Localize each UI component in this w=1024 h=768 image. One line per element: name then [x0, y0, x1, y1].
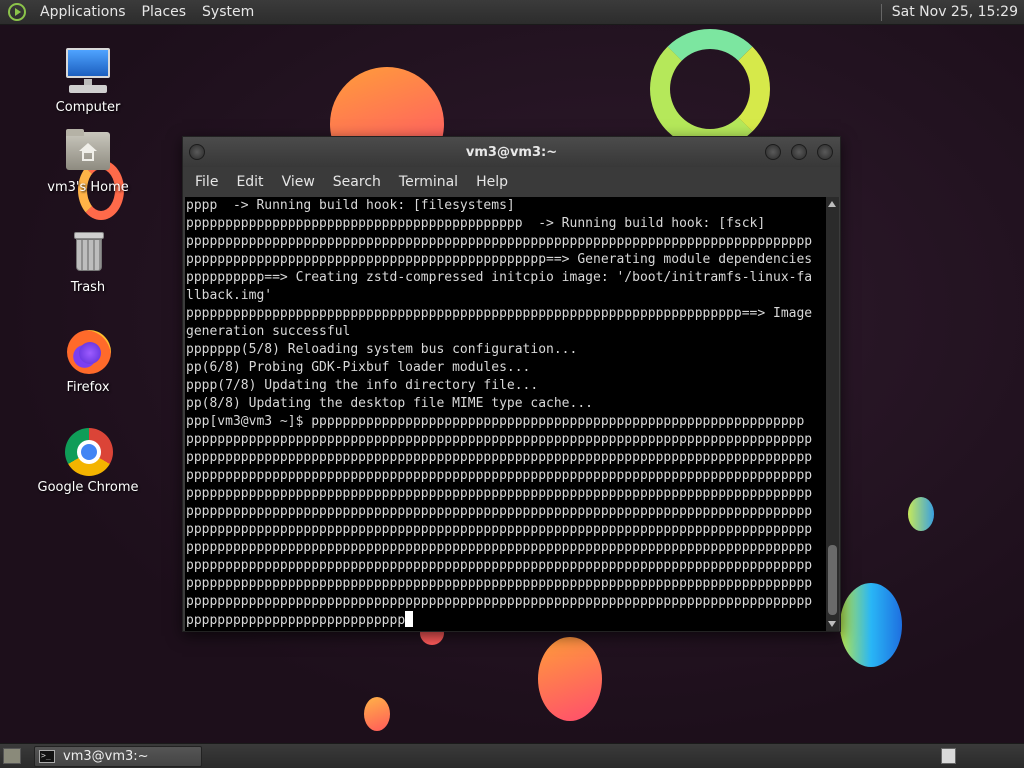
window-title: vm3@vm3:~: [465, 144, 558, 160]
wallpaper-small-oval: [908, 497, 934, 531]
menu-edit[interactable]: Edit: [227, 174, 272, 190]
scroll-up-arrow-icon[interactable]: [828, 201, 836, 207]
terminal-line: pppppppppppppppppppppppppppppppppppppppp…: [186, 468, 813, 483]
terminal-line: pppppppppppppppppppppppppppppppppppppppp…: [186, 234, 813, 249]
panel-separator: [880, 3, 882, 21]
desktop-icon-home[interactable]: vm3's Home: [33, 126, 143, 195]
terminal-input-text: pppppppppppppppppppppppppppp: [186, 613, 406, 628]
home-folder-icon: [63, 126, 113, 176]
bottom-panel: >_ vm3@vm3:~: [0, 743, 1024, 768]
terminal-line: pppppppppppppppppppppppppppppppppppppppp…: [186, 504, 813, 519]
terminal-line: ppp[vm3@vm3 ~]$ pppppppppppppppppppppppp…: [186, 414, 805, 429]
terminal-line: pp(6/8) Probing GDK-Pixbuf loader module…: [186, 360, 531, 375]
wallpaper-bottom-oval: [538, 637, 602, 721]
desktop-icon-label: Computer: [55, 100, 121, 115]
show-desktop-icon[interactable]: [3, 748, 21, 764]
menu-search[interactable]: Search: [324, 174, 390, 190]
panel-clock[interactable]: Sat Nov 25, 15:29: [892, 4, 1024, 20]
taskbar-label: vm3@vm3:~: [63, 749, 149, 764]
terminal-line: pppp(7/8) Updating the info directory fi…: [186, 378, 539, 393]
terminal-line: pppppppppppppppppppppppppppppppppppppppp…: [186, 558, 813, 573]
minimize-button[interactable]: [765, 144, 781, 160]
terminal-window[interactable]: vm3@vm3:~ File Edit View Search Terminal…: [182, 136, 841, 632]
terminal-line: pppppppppppppppppppppppppppppppppppppppp…: [186, 522, 813, 537]
menu-terminal[interactable]: Terminal: [390, 174, 467, 190]
taskbar-terminal-button[interactable]: >_ vm3@vm3:~: [34, 746, 202, 767]
desktop-icon-trash[interactable]: Trash: [33, 226, 143, 295]
trash-icon: [63, 226, 113, 276]
terminal-line: pppppppppppppppppppppppppppppppppppppppp…: [186, 252, 813, 267]
desktop-icon-chrome[interactable]: Google Chrome: [33, 426, 143, 495]
terminal-line: pppppppppppppppppppppppppppppppppppppppp…: [186, 540, 813, 555]
wallpaper-green-ring: [650, 29, 770, 149]
menu-help[interactable]: Help: [467, 174, 517, 190]
menu-system[interactable]: System: [194, 4, 262, 20]
terminal-menubar: File Edit View Search Terminal Help: [183, 167, 840, 197]
top-panel: Applications Places System Sat Nov 25, 1…: [0, 0, 1024, 25]
terminal-line: pppppppppppppppppppppppppppppppppppppppp…: [186, 432, 813, 447]
menu-file[interactable]: File: [186, 174, 227, 190]
menu-applications[interactable]: Applications: [32, 4, 134, 20]
terminal-line: ppppppp(5/8) Reloading system bus config…: [186, 342, 578, 357]
terminal-cursor: [405, 611, 414, 627]
desktop-icon-firefox[interactable]: Firefox: [33, 326, 143, 395]
terminal-scrollbar[interactable]: [826, 197, 839, 631]
terminal-line: llback.img': [186, 288, 273, 303]
terminal-line: pppppppppppppppppppppppppppppppppppppppp…: [186, 306, 813, 321]
wallpaper-blue-oval: [840, 583, 902, 667]
terminal-line: pppppppppp==> Creating zstd-compressed i…: [186, 270, 813, 285]
desktop-icon-label: Trash: [70, 280, 106, 295]
terminal-line: pppppppppppppppppppppppppppppppppppppppp…: [186, 450, 813, 465]
menu-places[interactable]: Places: [134, 4, 195, 20]
desktop-icon-label: vm3's Home: [47, 180, 129, 195]
applications-logo-icon[interactable]: [8, 3, 26, 21]
terminal-icon: >_: [39, 750, 55, 763]
window-title-bar[interactable]: vm3@vm3:~: [183, 137, 840, 167]
terminal-text: pppp -> Running build hook: [filesystems…: [185, 197, 826, 630]
firefox-icon: [63, 326, 113, 376]
terminal-prompt-line: pppppppppppppppppppppppppppp: [186, 611, 826, 630]
scroll-down-arrow-icon[interactable]: [828, 621, 836, 627]
terminal-line: pppppppppppppppppppppppppppppppppppppppp…: [186, 594, 813, 609]
scrollbar-thumb[interactable]: [828, 545, 837, 615]
wallpaper-tiny-oval: [364, 697, 390, 731]
desktop-icon-label: Google Chrome: [37, 480, 139, 495]
terminal-line: pppp -> Running build hook: [filesystems…: [186, 198, 515, 213]
maximize-button[interactable]: [791, 144, 807, 160]
desktop-icon-label: Firefox: [66, 380, 110, 395]
desktop-icon-computer[interactable]: Computer: [33, 46, 143, 115]
menu-view[interactable]: View: [273, 174, 324, 190]
terminal-line: pppppppppppppppppppppppppppppppppppppppp…: [186, 486, 813, 501]
terminal-output[interactable]: pppp -> Running build hook: [filesystems…: [185, 197, 826, 631]
terminal-line: generation successful: [186, 324, 351, 339]
close-button[interactable]: [817, 144, 833, 160]
terminal-line: pp(8/8) Updating the desktop file MIME t…: [186, 396, 593, 411]
terminal-line: pppppppppppppppppppppppppppppppppppppppp…: [186, 216, 766, 231]
computer-icon: [63, 46, 113, 96]
terminal-line: pppppppppppppppppppppppppppppppppppppppp…: [186, 576, 813, 591]
chrome-icon: [63, 426, 113, 476]
workspace-switcher[interactable]: [941, 748, 956, 764]
